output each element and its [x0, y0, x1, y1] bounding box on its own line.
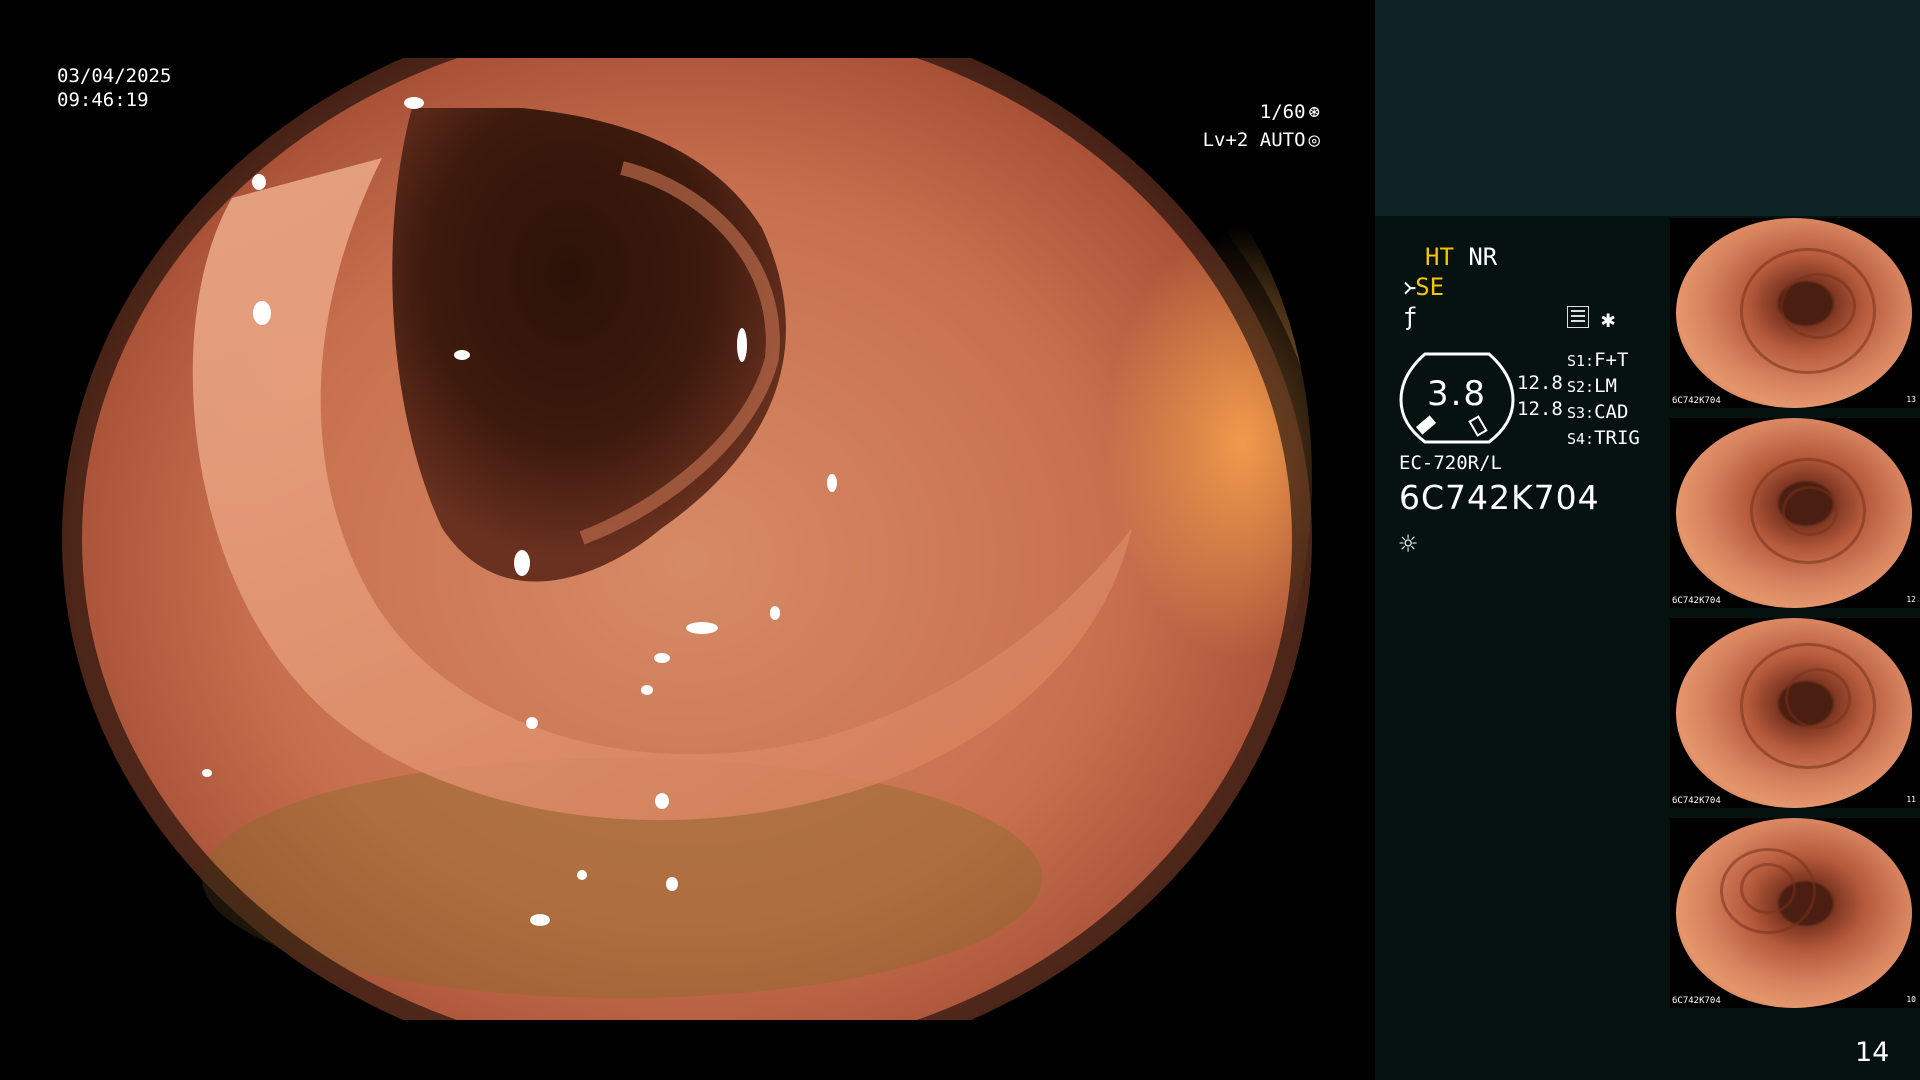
se-indicator: ᚛SE: [1403, 272, 1444, 302]
thumbnail-index: 10: [1906, 995, 1916, 1004]
ht-nr-indicator: HT NR: [1425, 242, 1497, 272]
endoscope-view: [62, 58, 1312, 1020]
grid-icon: [1567, 306, 1589, 328]
gauge-value: 3.8: [1426, 374, 1488, 414]
thumbnail-index: 11: [1906, 795, 1916, 804]
exposure-overlay: 1/60 ⊛ Lv+2 AUTO ◎: [1160, 98, 1320, 154]
switch-row: S1:F+T: [1567, 349, 1629, 371]
star-icon: ✱: [1601, 305, 1616, 333]
thumbnail-serial: 6C742K704: [1672, 996, 1721, 1006]
thumbnail-index: 13: [1906, 395, 1916, 404]
auto-iris-icon: ◎: [1308, 129, 1320, 151]
ht-label: HT: [1425, 243, 1454, 271]
switch-assignments: S1:F+T S2:LM S3:CAD S4:TRIG: [1567, 348, 1640, 452]
panel-header: [1375, 0, 1920, 216]
nr-label: NR: [1468, 243, 1498, 271]
readout-2: 12.8: [1517, 398, 1563, 420]
thumbnail-serial: 6C742K704: [1672, 396, 1721, 406]
se-label: SE: [1415, 273, 1445, 301]
page-number: 14: [1855, 1037, 1890, 1068]
thumbnail-index: 12: [1906, 595, 1916, 604]
thumbnail[interactable]: 6C742K704 12: [1670, 418, 1920, 608]
switch-row: S3:CAD: [1567, 401, 1629, 423]
time-label: 09:46:19: [57, 89, 149, 111]
date-label: 03/04/2025: [57, 65, 172, 87]
date-time-overlay: 03/04/2025 09:46:19: [57, 64, 171, 112]
switch-row: S2:LM: [1567, 375, 1617, 397]
f-icon: ƒ: [1403, 303, 1418, 331]
switch-row: S4:TRIG: [1567, 427, 1640, 449]
shutter-icon: ⊛: [1308, 101, 1320, 123]
light-icon: ☼: [1399, 527, 1418, 562]
scope-serial: 6C742K704: [1399, 478, 1600, 517]
readout-1: 12.8: [1517, 372, 1563, 394]
scope-model: EC-720R/L: [1399, 452, 1502, 474]
thumbnail[interactable]: 6C742K704 11: [1670, 618, 1920, 808]
thumbnail-serial: 6C742K704: [1672, 796, 1721, 806]
level-label: Lv+2 AUTO: [1202, 129, 1306, 151]
gauge-readouts: 12.8 12.8: [1517, 370, 1563, 422]
shutter-label: 1/60: [1259, 101, 1306, 123]
scissors-icon: ᚛: [1403, 273, 1416, 301]
thumbnail-serial: 6C742K704: [1672, 596, 1721, 606]
thumbnail[interactable]: 6C742K704 10: [1670, 818, 1920, 1008]
thumbnail[interactable]: 6C742K704 13: [1670, 218, 1920, 408]
